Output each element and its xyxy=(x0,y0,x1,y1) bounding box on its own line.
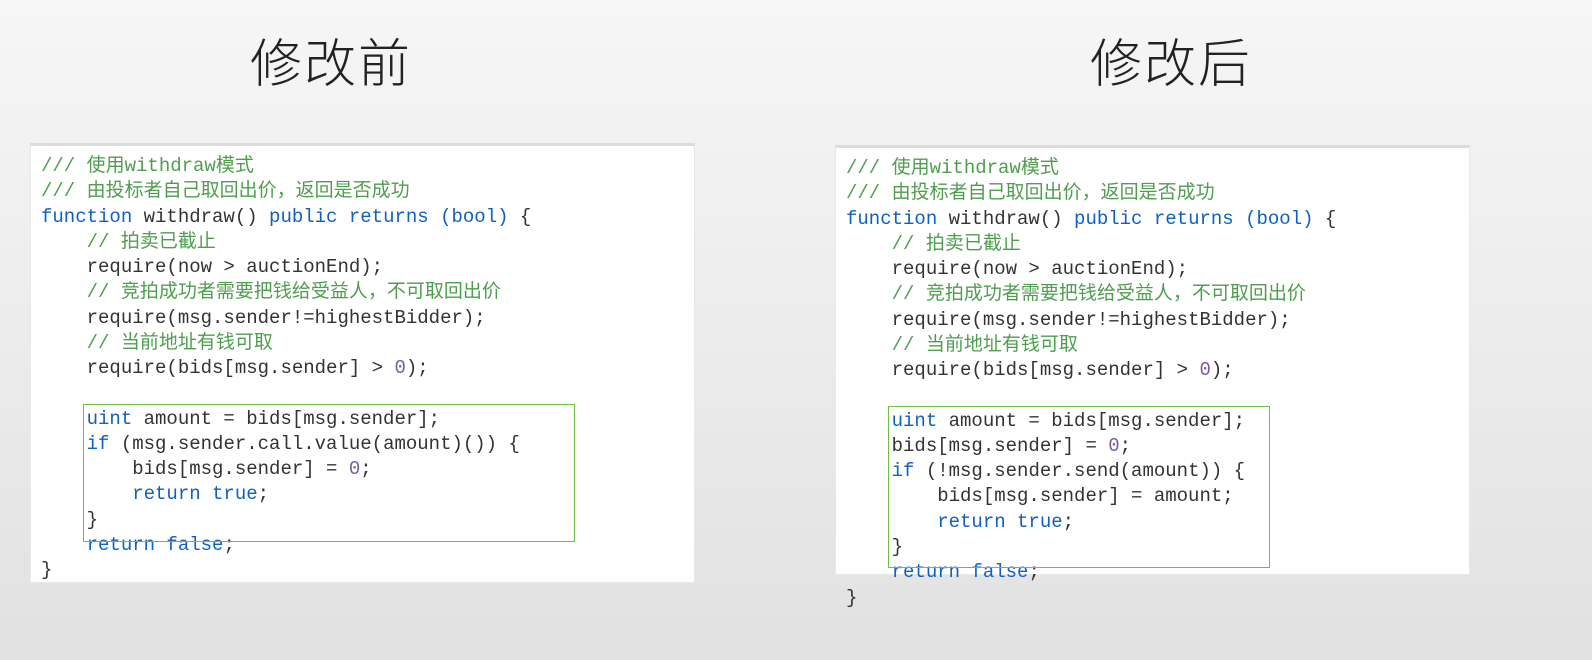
number: 0 xyxy=(349,458,360,480)
code-line: ; xyxy=(1120,435,1131,457)
code-line: ; xyxy=(258,483,269,505)
code-line: bids[msg.sender] = amount; xyxy=(846,485,1234,507)
keyword: public xyxy=(269,206,337,228)
keyword: public xyxy=(1074,208,1142,230)
keyword: if xyxy=(41,433,109,455)
keyword: true xyxy=(1017,511,1063,533)
code-panel-after: /// 使用withdraw模式 /// 由投标者自己取回出价，返回是否成功 f… xyxy=(835,145,1470,575)
keyword: uint xyxy=(41,408,132,430)
code-panel-before: /// 使用withdraw模式 /// 由投标者自己取回出价，返回是否成功 f… xyxy=(30,143,695,583)
ident: withdraw() xyxy=(937,208,1074,230)
code-line: ; xyxy=(1063,511,1074,533)
keyword: return xyxy=(846,511,1017,533)
code-line: ; xyxy=(1028,561,1039,583)
keyword: return xyxy=(41,483,212,505)
code-line: require(now > auctionEnd); xyxy=(846,258,1188,280)
keyword: returns xyxy=(337,206,440,228)
keyword: false xyxy=(971,561,1028,583)
code-line: ); xyxy=(1211,359,1234,381)
comment: // 当前地址有钱可取 xyxy=(846,334,1078,356)
comment: // 竞拍成功者需要把钱给受益人，不可取回出价 xyxy=(846,283,1306,305)
code-line: } xyxy=(846,536,903,558)
ident: withdraw() xyxy=(132,206,269,228)
keyword: returns xyxy=(1142,208,1245,230)
comment: /// 使用withdraw模式 xyxy=(846,157,1059,179)
heading-before: 修改前 xyxy=(250,22,412,97)
comment: // 竞拍成功者需要把钱给受益人，不可取回出价 xyxy=(41,281,501,303)
heading-after: 修改后 xyxy=(1090,22,1252,97)
keyword: true xyxy=(212,483,258,505)
keyword: (bool) xyxy=(1245,208,1313,230)
number: 0 xyxy=(1199,359,1210,381)
brace: { xyxy=(509,206,532,228)
keyword: false xyxy=(166,534,223,556)
number: 0 xyxy=(394,357,405,379)
brace: { xyxy=(1314,208,1337,230)
number: 0 xyxy=(1108,435,1119,457)
code-line: (msg.sender.call.value(amount)()) { xyxy=(109,433,519,455)
comment: // 拍卖已截止 xyxy=(846,233,1021,255)
code-line: require(bids[msg.sender] > xyxy=(846,359,1199,381)
code-before: /// 使用withdraw模式 /// 由投标者自己取回出价，返回是否成功 f… xyxy=(31,146,694,594)
comment: // 当前地址有钱可取 xyxy=(41,332,273,354)
code-line: ; xyxy=(223,534,234,556)
code-line: require(now > auctionEnd); xyxy=(41,256,383,278)
keyword: function xyxy=(41,206,132,228)
keyword: function xyxy=(846,208,937,230)
code-line: amount = bids[msg.sender]; xyxy=(132,408,440,430)
keyword: return xyxy=(41,534,166,556)
keyword: return xyxy=(846,561,971,583)
keyword: (bool) xyxy=(440,206,508,228)
comment: /// 由投标者自己取回出价，返回是否成功 xyxy=(41,180,410,202)
code-line: require(msg.sender!=highestBidder); xyxy=(41,307,486,329)
code-line: ; xyxy=(360,458,371,480)
code-line: bids[msg.sender] = xyxy=(41,458,349,480)
slide: 修改前 修改后 /// 使用withdraw模式 /// 由投标者自己取回出价，… xyxy=(0,0,1592,660)
keyword: if xyxy=(846,460,914,482)
code-line: bids[msg.sender] = xyxy=(846,435,1108,457)
code-line: } xyxy=(41,559,52,581)
code-after: /// 使用withdraw模式 /// 由投标者自己取回出价，返回是否成功 f… xyxy=(836,148,1469,621)
code-line: (!msg.sender.send(amount)) { xyxy=(914,460,1245,482)
code-line: } xyxy=(41,509,98,531)
comment: /// 由投标者自己取回出价，返回是否成功 xyxy=(846,182,1215,204)
code-line: require(bids[msg.sender] > xyxy=(41,357,394,379)
code-line: ); xyxy=(406,357,429,379)
code-line: require(msg.sender!=highestBidder); xyxy=(846,309,1291,331)
keyword: uint xyxy=(846,410,937,432)
comment: // 拍卖已截止 xyxy=(41,231,216,253)
code-line: amount = bids[msg.sender]; xyxy=(937,410,1245,432)
code-line: } xyxy=(846,587,857,609)
comment: /// 使用withdraw模式 xyxy=(41,155,254,177)
